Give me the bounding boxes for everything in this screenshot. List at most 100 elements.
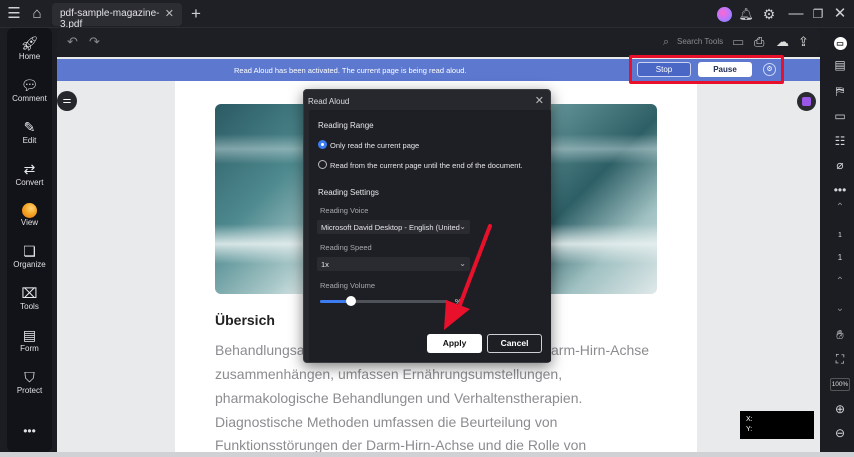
convert-icon: ⇄ (23, 161, 36, 177)
ai-assistant-icon[interactable] (797, 92, 816, 111)
document-line: Behandlungsa (215, 342, 305, 358)
window-border (0, 452, 854, 457)
edit-icon: ✎ (23, 119, 36, 135)
sidebar-item-tools[interactable]: ⌧ Tools (7, 284, 52, 311)
tools-icon: ⌧ (21, 285, 38, 301)
document-line: pharmakologische Behandlungen und Verhal… (215, 390, 583, 406)
ai-logo-icon[interactable]: ▭ (826, 35, 854, 50)
minimize-icon[interactable]: — (787, 0, 805, 28)
menu-icon[interactable]: ☰ (4, 0, 24, 28)
speed-select[interactable]: 1x ⌄ (317, 257, 470, 271)
sidebar-item-label: Home (18, 52, 41, 61)
banner-message: Read Aloud has been activated. The curre… (234, 66, 467, 75)
document-line: zusammenhängen, umfassen Ernährungsumste… (215, 366, 563, 382)
tab-title: pdf-sample-magazine-3.pdf (60, 8, 160, 30)
chevron-down-icon[interactable]: ⌄ (826, 303, 854, 314)
sidebar-item-label: Edit (22, 136, 37, 145)
page-number[interactable]: 1 (832, 229, 848, 243)
fit-page-icon[interactable]: ⛶ (826, 352, 854, 367)
zoom-out-icon[interactable]: ⊖ (826, 426, 854, 440)
volume-slider-thumb[interactable] (345, 296, 356, 306)
form-icon: ▤ (22, 327, 37, 343)
comments-panel-icon[interactable]: ▭ (826, 109, 854, 123)
sidebar-item-label: Form (20, 344, 39, 353)
undo-icon[interactable]: ↶ (67, 28, 78, 56)
volume-percent: % (455, 297, 462, 306)
radio-current-page[interactable] (318, 140, 327, 149)
title-bar: ☰ ⌂ pdf-sample-magazine-3.pdf ✕ + 🔔︎ ⚙ —… (0, 0, 854, 30)
voice-select-value: Microsoft David Desktop - English (Unite… (321, 223, 460, 232)
highlight-box (629, 55, 784, 84)
zoom-in-icon[interactable]: ⊕ (826, 402, 854, 416)
more-icon[interactable]: ••• (826, 183, 854, 197)
bell-icon[interactable]: 🔔︎ (737, 0, 755, 28)
document-heading: Übersich (215, 312, 275, 328)
sidebar-item-label: Tools (20, 302, 39, 311)
reading-settings-heading: Reading Settings (318, 188, 379, 197)
sliders-icon[interactable]: ⚌ (57, 91, 77, 111)
comment-icon: 💬︎ (20, 77, 39, 93)
hand-tool-icon[interactable]: ✋︎ (826, 327, 854, 343)
cloud-upload-icon[interactable]: ☁ (776, 28, 789, 56)
reading-range-heading: Reading Range (318, 121, 374, 130)
sidebar-item-edit[interactable]: ✎ Edit (7, 118, 52, 145)
speed-select-value: 1x (321, 260, 329, 269)
sidebar-item-label: Protect (16, 386, 43, 395)
new-tab-icon[interactable]: + (186, 0, 206, 28)
search-tools-label[interactable]: Search Tools (677, 37, 723, 46)
reading-speed-label: Reading Speed (320, 243, 372, 252)
redo-icon[interactable]: ↷ (89, 28, 100, 56)
chevron-up-icon[interactable]: ⌃ (826, 276, 854, 287)
organize-icon: ❏ (23, 243, 36, 259)
chevron-down-icon: ⌄ (459, 222, 466, 231)
sidebar-item-organize[interactable]: ❏ Organize (7, 242, 52, 269)
sidebar-item-label: Comment (12, 94, 47, 103)
restore-icon[interactable]: ❐ (809, 0, 827, 28)
radio-label[interactable]: Only read the current page (330, 141, 419, 150)
document-line: Diagnostische Methoden umfassen die Beur… (215, 414, 558, 430)
sidebar-item-protect[interactable]: ⛉ Protect (7, 368, 52, 395)
page-number-static: 1 (837, 253, 843, 262)
zoom-level[interactable]: 100% (830, 378, 850, 391)
close-window-icon[interactable]: ✕ (831, 0, 849, 28)
sidebar-item-label: View (20, 218, 39, 227)
search-icon[interactable]: ⌕ (663, 28, 669, 56)
share-icon[interactable]: ⇪ (798, 28, 809, 56)
sidebar-item-comment[interactable]: 💬︎ Comment (7, 76, 52, 103)
sidebar-item-label: Organize (13, 260, 46, 269)
attachment-icon[interactable]: ⌀ (826, 158, 854, 172)
radio-label[interactable]: Read from the current page until the end… (330, 161, 523, 170)
more-icon[interactable]: ••• (7, 424, 52, 438)
apply-button[interactable]: Apply (427, 334, 482, 353)
sidebar-item-label: Convert (15, 178, 44, 187)
sidebar-item-form[interactable]: ▤ Form (7, 326, 52, 353)
avatar[interactable] (717, 7, 732, 22)
fields-icon[interactable]: ☷ (826, 134, 854, 148)
document-tab[interactable]: pdf-sample-magazine-3.pdf ✕ (52, 3, 182, 30)
dialog-close-icon[interactable]: ✕ (535, 94, 544, 107)
sidebar-item-convert[interactable]: ⇄ Convert (7, 160, 52, 187)
document-line-tail: arm-Hirn-Achse (551, 342, 650, 358)
radio-until-end[interactable] (318, 160, 327, 169)
dialog-title: Read Aloud (308, 97, 350, 106)
rocket-icon: 🚀︎ (20, 35, 39, 51)
thumbnails-icon[interactable]: ▤ (826, 58, 854, 72)
voice-select[interactable]: Microsoft David Desktop - English (Unite… (317, 220, 470, 234)
print-icon[interactable]: ⎙ (754, 28, 764, 56)
cancel-button[interactable]: Cancel (487, 334, 542, 353)
reading-volume-label: Reading Volume (320, 281, 376, 290)
home-icon[interactable]: ⌂ (27, 0, 47, 28)
close-tab-icon[interactable]: ✕ (165, 7, 174, 20)
coordinates-display: X: Y: (740, 411, 814, 439)
save-icon[interactable]: ▭ (732, 28, 744, 56)
sidebar-item-view[interactable]: View (7, 200, 52, 227)
view-icon (7, 200, 52, 218)
document-line: Funktionsstörungen der Darm-Hirn-Achse u… (215, 437, 587, 453)
sidebar-item-home[interactable]: 🚀︎ Home (7, 34, 52, 61)
protect-icon: ⛉ (24, 369, 35, 385)
x-coordinate-label: X: (746, 416, 753, 423)
bookmark-icon[interactable]: ⛿ (826, 84, 854, 99)
toolbar: ↶ ↷ ⌕ Search Tools ▭ ⎙ ☁ ⇪ (57, 28, 820, 56)
first-page-icon[interactable]: ⌃ (826, 202, 854, 213)
gear-icon[interactable]: ⚙ (760, 0, 778, 28)
